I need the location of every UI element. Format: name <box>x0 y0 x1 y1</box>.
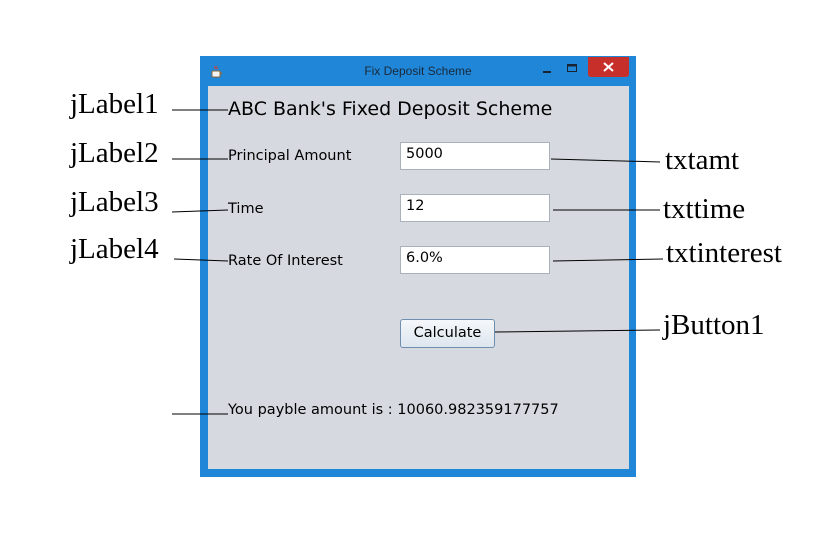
annotation-line-jbutton1 <box>494 329 661 333</box>
annotation-jlabel1: jLabel1 <box>70 88 159 120</box>
annotation-txtamt: txtamt <box>665 144 740 176</box>
annotation-jlabel4: jLabel4 <box>70 233 159 265</box>
annotation-line-txtamt <box>550 158 661 163</box>
annotation-jlabel2: jLabel2 <box>70 137 159 169</box>
annotation-line-jlabel3 <box>171 209 229 213</box>
annotation-line-jlabel4 <box>173 258 229 262</box>
annotation-jbutton1: jButton1 <box>663 309 765 341</box>
annotation-txtinterest: txtinterest <box>666 237 782 269</box>
annotation-txttime: txttime <box>663 193 746 225</box>
annotation-jlabel3: jLabel3 <box>70 186 159 218</box>
annotation-line-txtinterest <box>552 258 664 262</box>
